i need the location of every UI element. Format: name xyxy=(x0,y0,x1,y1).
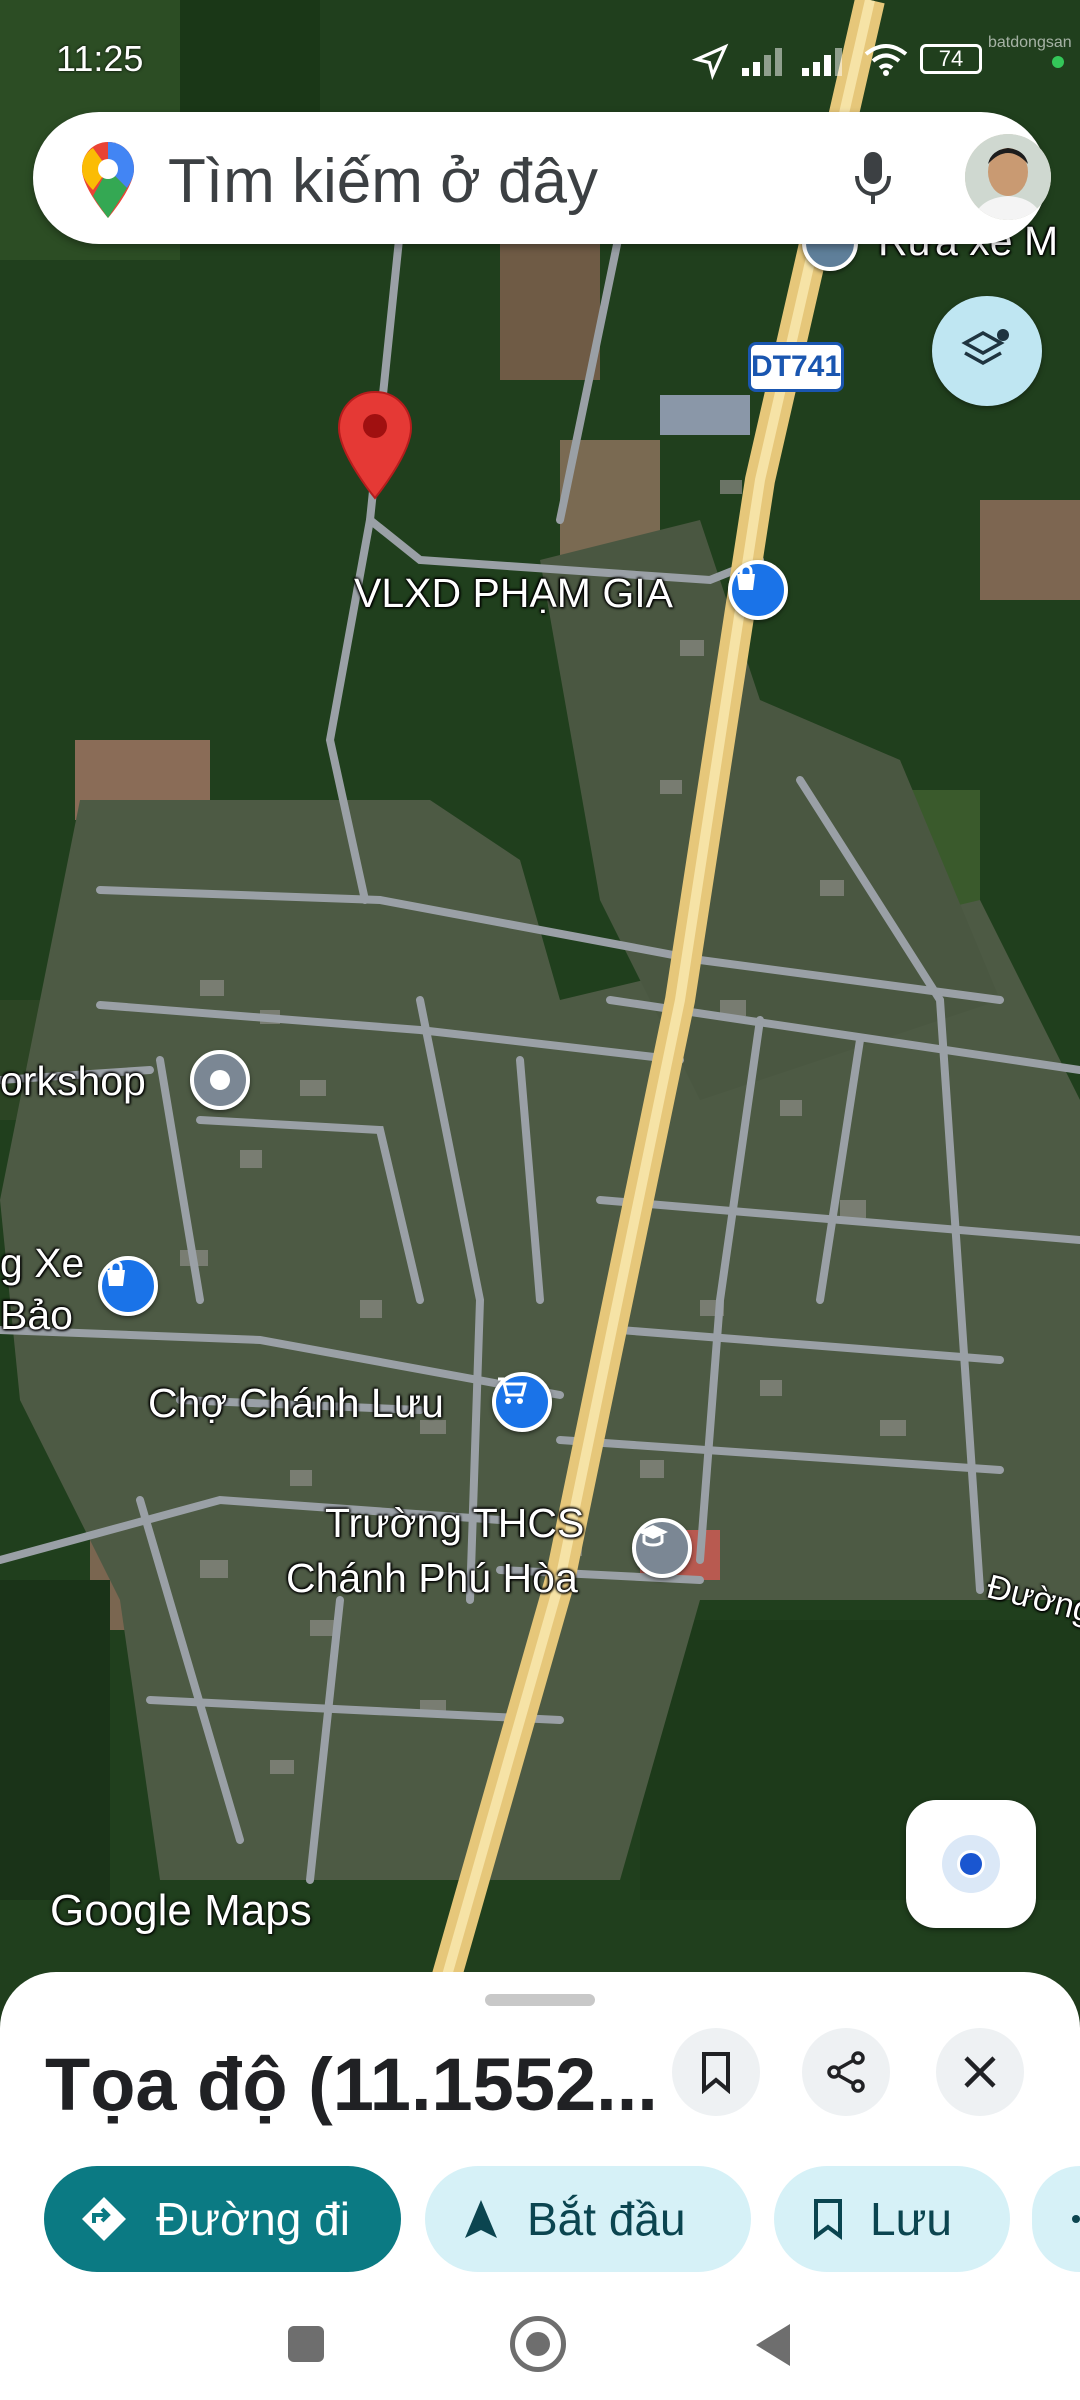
drag-handle[interactable] xyxy=(485,1994,595,2006)
google-maps-attribution: Google Maps xyxy=(50,1886,312,1935)
signal-icon-2 xyxy=(802,48,842,76)
place-marker-icon[interactable] xyxy=(190,1050,250,1110)
more-actions-button[interactable] xyxy=(1032,2166,1080,2272)
school-icon[interactable] xyxy=(632,1518,692,1578)
maps-pin-logo-icon xyxy=(82,142,134,218)
bookmark-icon xyxy=(702,2052,730,2094)
place-title: Tọa độ (11.1552... xyxy=(45,2043,658,2126)
search-bar[interactable]: Tìm kiếm ở đây xyxy=(33,112,1051,244)
status-time: 11:25 xyxy=(56,38,144,79)
signal-icon xyxy=(742,48,782,76)
poi-label-car-wash-1[interactable]: g Xe xyxy=(0,1240,84,1287)
navigation-arrow-icon xyxy=(465,2200,497,2238)
more-dot-icon xyxy=(1072,2215,1080,2223)
road-shield-label: DT741 xyxy=(750,350,842,383)
system-nav-bar xyxy=(0,2290,1080,2400)
close-button[interactable] xyxy=(936,2028,1024,2116)
save-button[interactable]: Lưu xyxy=(774,2166,1010,2272)
road-shield-dt741: DT741 xyxy=(748,342,844,392)
my-location-icon xyxy=(942,1835,1000,1893)
close-icon xyxy=(964,2056,996,2088)
poi-label-car-wash-2[interactable]: Bảo xyxy=(0,1292,73,1339)
shopping-cart-icon[interactable] xyxy=(492,1372,552,1432)
user-avatar[interactable] xyxy=(965,134,1051,220)
bookmark-save-icon xyxy=(814,2199,842,2240)
layers-button[interactable] xyxy=(932,296,1042,406)
share-button[interactable] xyxy=(802,2028,890,2116)
directions-button[interactable]: Đường đi xyxy=(44,2166,401,2272)
poi-label-market[interactable]: Chợ Chánh Lưu xyxy=(148,1380,444,1427)
dropped-pin-icon[interactable] xyxy=(337,390,413,500)
layers-icon xyxy=(961,329,1009,366)
poi-label-workshop[interactable]: orkshop xyxy=(0,1058,146,1105)
location-arrow-icon xyxy=(692,43,729,80)
start-button[interactable]: Bắt đầu xyxy=(425,2166,751,2272)
save-label: Lưu xyxy=(870,2193,952,2245)
share-icon xyxy=(827,2051,865,2093)
my-location-button[interactable] xyxy=(906,1800,1036,1928)
status-bar: 11:25 74 batdongsan xyxy=(0,0,1080,110)
shopping-bag-icon[interactable] xyxy=(728,560,788,620)
wifi-icon xyxy=(864,44,908,76)
microphone-icon[interactable] xyxy=(853,150,893,208)
shopping-bag-icon[interactable] xyxy=(98,1256,158,1316)
bookmark-button[interactable] xyxy=(672,2028,760,2116)
home-button[interactable] xyxy=(510,2316,566,2372)
poi-label-school-2[interactable]: Chánh Phú Hòa xyxy=(286,1555,578,1602)
battery-level: 74 xyxy=(938,46,964,71)
search-input[interactable]: Tìm kiếm ở đây xyxy=(168,146,598,217)
watermark: batdongsan xyxy=(988,34,1072,51)
recents-button[interactable] xyxy=(288,2326,324,2362)
back-button[interactable] xyxy=(752,2322,792,2368)
directions-icon xyxy=(82,2197,126,2241)
map-canvas xyxy=(0,0,1080,2000)
poi-label-school-1[interactable]: Trường THCS xyxy=(325,1500,584,1547)
directions-label: Đường đi xyxy=(156,2193,350,2245)
status-dot xyxy=(1052,56,1064,68)
battery-icon: 74 xyxy=(920,44,982,74)
start-label: Bắt đầu xyxy=(527,2193,686,2245)
poi-label-vlxd[interactable]: VLXD PHẠM GIA xyxy=(354,570,673,617)
satellite-map[interactable]: DT741 Rửa xe M VLXD PHẠM GIA orkshop g X… xyxy=(0,0,1080,2000)
